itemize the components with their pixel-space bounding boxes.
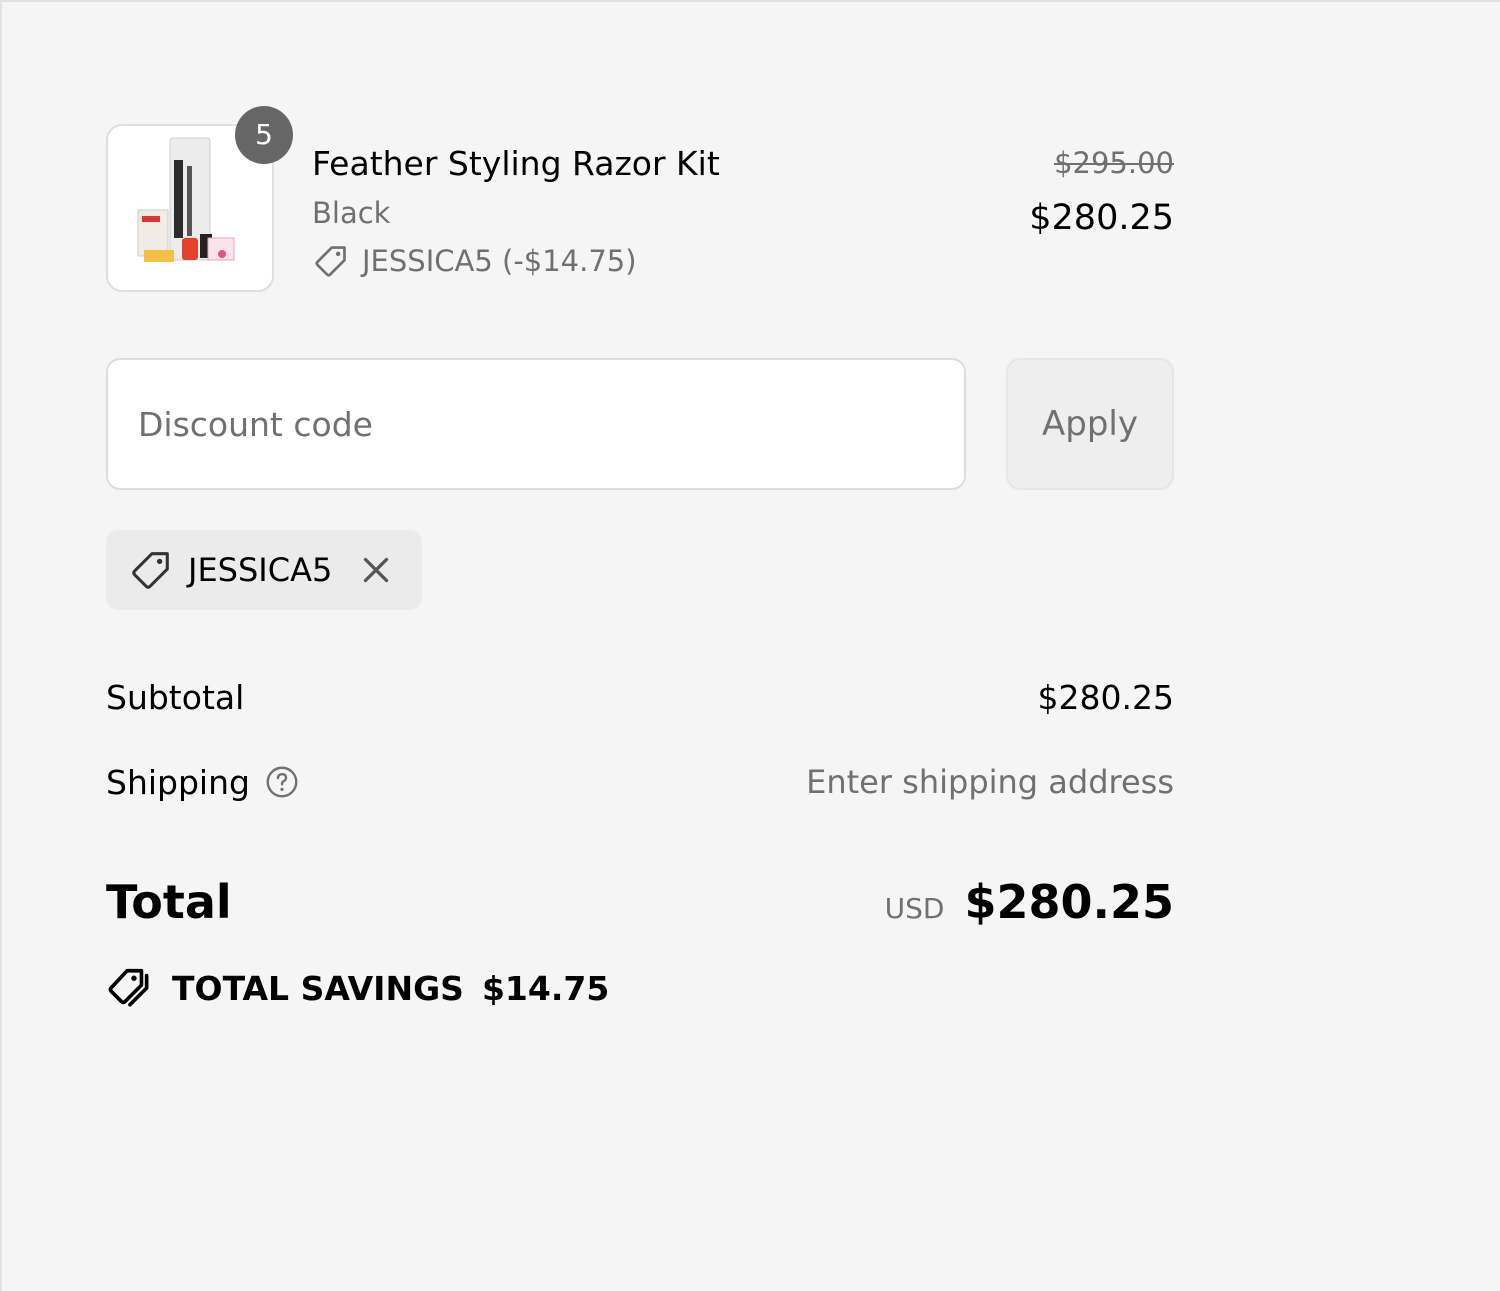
product-discount-text: JESSICA5 (-$14.75) xyxy=(362,244,637,278)
subtotal-row: Subtotal $280.25 xyxy=(106,672,1174,722)
shipping-row: Shipping Enter shipping address xyxy=(106,757,1174,807)
total-label: Total xyxy=(106,875,232,929)
applied-discount-chip: JESSICA5 xyxy=(106,530,422,610)
product-variant: Black xyxy=(312,196,391,230)
total-savings: TOTAL SAVINGS $14.75 xyxy=(106,960,609,1016)
discount-code-input[interactable] xyxy=(106,358,966,490)
total-amount-group: USD $280.25 xyxy=(885,875,1174,929)
product-discount-line: JESSICA5 (-$14.75) xyxy=(312,242,637,280)
savings-label: TOTAL SAVINGS xyxy=(172,968,464,1008)
quantity-badge: 5 xyxy=(235,106,293,164)
total-row: Total USD $280.25 xyxy=(106,866,1174,938)
product-title: Feather Styling Razor Kit xyxy=(312,144,720,183)
total-value: $280.25 xyxy=(964,875,1174,929)
price-final: $280.25 xyxy=(1029,198,1174,238)
subtotal-label: Subtotal xyxy=(106,677,245,717)
order-summary-panel: 5 Feather Styling Razor Kit Black JESSIC… xyxy=(0,0,1500,1291)
apply-button[interactable]: Apply xyxy=(1006,358,1174,490)
shipping-label: Shipping xyxy=(106,762,250,802)
help-icon[interactable] xyxy=(264,764,300,800)
close-icon xyxy=(364,557,389,583)
tags-icon xyxy=(108,968,149,1007)
subtotal-value: $280.25 xyxy=(1037,677,1174,717)
savings-value: $14.75 xyxy=(481,968,610,1008)
shipping-value: Enter shipping address xyxy=(806,763,1174,801)
applied-discount-code: JESSICA5 xyxy=(188,551,333,589)
tag-icon xyxy=(132,552,169,589)
price-original: $295.00 xyxy=(1054,146,1174,180)
line-item: 5 Feather Styling Razor Kit Black JESSIC… xyxy=(106,106,1174,294)
remove-discount-button[interactable] xyxy=(358,552,394,588)
currency-code: USD xyxy=(884,892,945,925)
tag-icon xyxy=(315,246,346,277)
shipping-label-group: Shipping xyxy=(106,763,300,802)
